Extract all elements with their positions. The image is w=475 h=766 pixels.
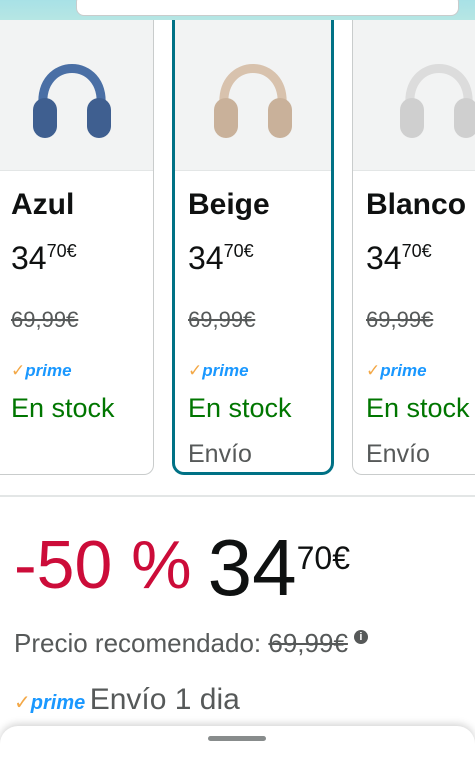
headphones-icon [33, 64, 111, 138]
variant-name: Beige [188, 188, 270, 221]
recommended-price-label: Precio recomendado: [14, 628, 262, 658]
stock-status: En stock [366, 393, 470, 423]
variant-name: Blanco [366, 188, 467, 221]
delivery-text: Envío 1 dia [89, 683, 240, 716]
variant-price: 3470€ [11, 240, 77, 276]
headphones-icon [214, 64, 292, 138]
variant-image [0, 20, 153, 171]
variant-name: Azul [11, 188, 75, 221]
variant-card-blanco[interactable]: Blanco 3470€ 69,99€ ✓prime En stock Enví… [352, 20, 475, 475]
prime-badge: ✓prime [188, 361, 249, 380]
drag-handle[interactable] [208, 736, 266, 741]
shipping-label: Envío [188, 440, 252, 468]
search-box[interactable] [76, 0, 459, 16]
variant-list-price: 69,99€ [188, 307, 256, 332]
prime-check-icon: ✓ [11, 361, 26, 380]
variant-list-price: 69,99€ [11, 307, 79, 332]
bottom-sheet[interactable] [0, 726, 475, 766]
info-icon[interactable]: i [353, 630, 368, 644]
headphones-icon [400, 64, 475, 138]
deal-price: -50 % 3470€ [14, 523, 351, 618]
stock-status: En stock [188, 393, 292, 423]
variant-card-azul[interactable]: Azul 3470€ 69,99€ ✓prime En stock [0, 20, 154, 475]
prime-check-icon: ✓ [366, 361, 381, 380]
recommended-price: Precio recomendado: 69,99€ i [14, 628, 368, 659]
shipping-label: Envío [366, 440, 430, 468]
top-bar [0, 0, 475, 20]
deal-price-int: 34 [207, 523, 297, 612]
variant-price: 3470€ [188, 240, 254, 276]
prime-check-icon: ✓ [14, 692, 31, 714]
variant-list-price: 69,99€ [366, 307, 434, 332]
discount-percent: -50 % [14, 527, 192, 603]
variant-image [353, 20, 475, 171]
recommended-price-value: 69,99€ [268, 628, 348, 658]
variant-image [175, 20, 331, 171]
deal-price-frac: 70€ [296, 540, 351, 576]
delivery-info: ✓prime Envío 1 dia [14, 683, 240, 717]
prime-badge: ✓prime [366, 361, 427, 380]
prime-badge: ✓prime [11, 361, 72, 380]
variant-price: 3470€ [366, 240, 432, 276]
section-divider [0, 495, 475, 497]
prime-check-icon: ✓ [188, 361, 203, 380]
stock-status: En stock [11, 393, 115, 423]
variant-card-beige[interactable]: Beige 3470€ 69,99€ ✓prime En stock Envío [172, 20, 334, 475]
prime-badge: ✓prime [14, 692, 86, 714]
